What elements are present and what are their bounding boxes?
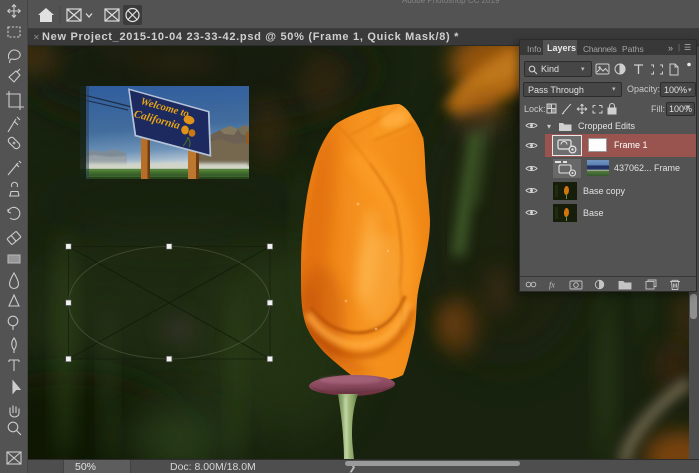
svg-text:fx: fx [549,281,555,290]
